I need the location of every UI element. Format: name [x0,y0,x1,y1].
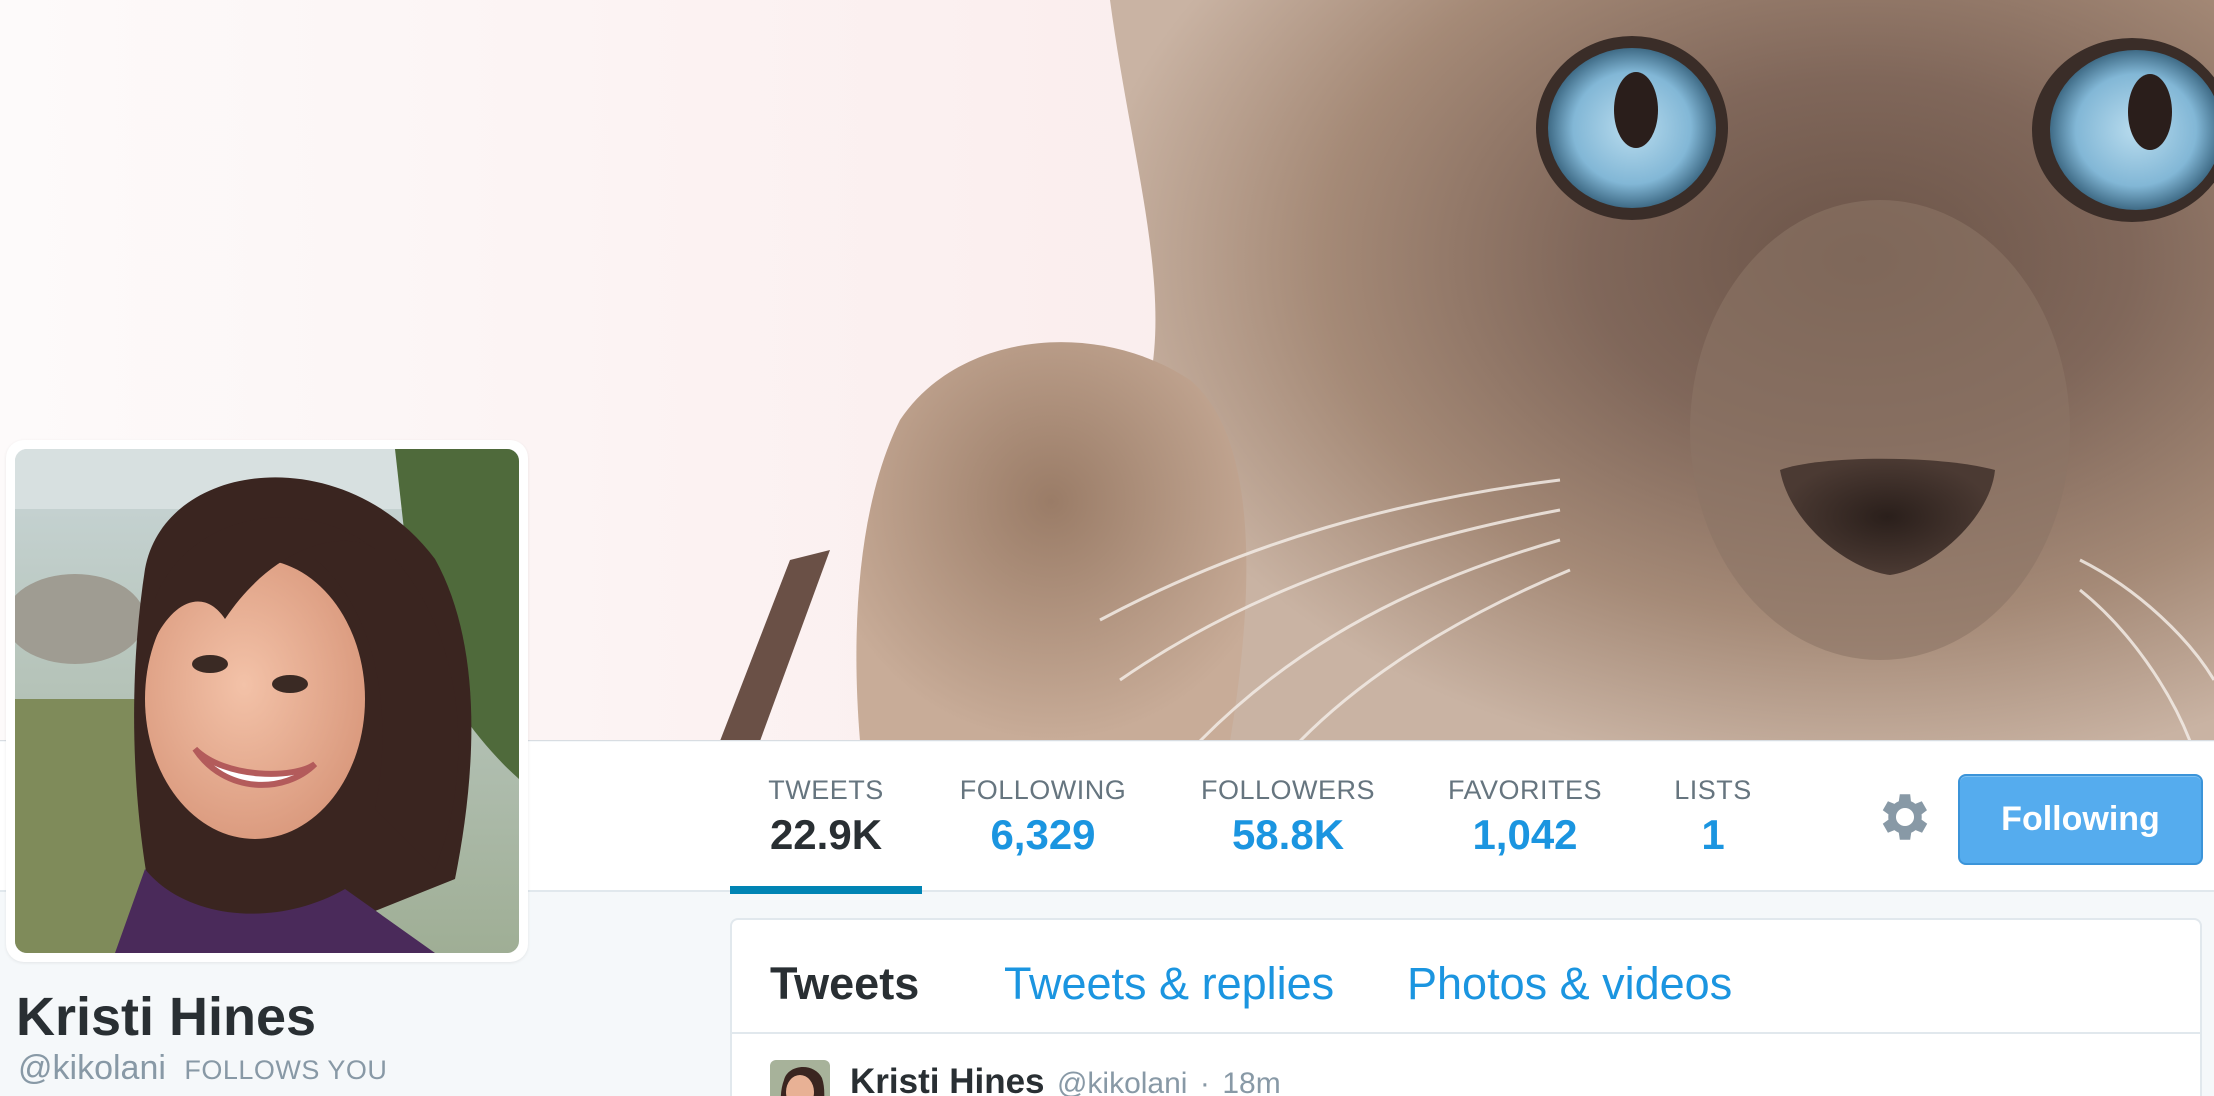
tweet-avatar[interactable] [770,1060,830,1096]
tab-tweets[interactable]: Tweets [770,958,919,1010]
avatar-photo [15,449,519,953]
stat-lists-label: LISTS [1674,775,1752,805]
timeline-card: Tweets Tweets & replies Photos & videos … [730,918,2202,1096]
tweet-author-handle[interactable]: @kikolani [1057,1067,1188,1096]
profile-handle[interactable]: @kikolani [18,1049,166,1087]
following-button[interactable]: Following [1958,774,2203,865]
stat-followers[interactable]: FOLLOWERS 58.8K [1190,742,1386,892]
stat-favorites-label: FAVORITES [1447,775,1603,805]
stat-tweets-value: 22.9K [769,811,883,858]
profile-meta: @kikolani FOLLOWS YOU [18,1049,387,1088]
profile-page: TWEETS 22.9K FOLLOWING 6,329 FOLLOWERS 5… [0,0,2214,1096]
gear-icon[interactable] [1874,786,1936,848]
tweet-header: Kristi Hines @kikolani · 18m [850,1062,1281,1096]
stat-tweets-label: TWEETS [768,775,884,805]
stat-favorites[interactable]: FAVORITES 1,042 [1436,742,1614,892]
stat-tweets[interactable]: TWEETS 22.9K [730,742,922,894]
timeline-tabs: Tweets Tweets & replies Photos & videos [732,920,2200,1034]
tweet-author-name[interactable]: Kristi Hines [850,1062,1045,1096]
stat-lists-value: 1 [1701,811,1725,858]
follows-you-badge: FOLLOWS YOU [184,1055,388,1085]
profile-avatar[interactable] [6,440,528,962]
tab-tweets-and-replies[interactable]: Tweets & replies [1004,958,1334,1010]
stat-following-value: 6,329 [990,811,1096,858]
tweet-timestamp[interactable]: 18m [1222,1067,1280,1096]
stat-favorites-value: 1,042 [1472,811,1578,858]
profile-name: Kristi Hines [16,987,317,1047]
tweet-separator: · [1199,1067,1210,1096]
stat-following-label: FOLLOWING [959,775,1127,805]
stat-followers-value: 58.8K [1231,811,1345,858]
stat-following[interactable]: FOLLOWING 6,329 [952,742,1134,892]
tweet-item[interactable]: Kristi Hines @kikolani · 18m [770,1060,2170,1096]
tab-photos-and-videos[interactable]: Photos & videos [1407,958,1732,1010]
stat-followers-label: FOLLOWERS [1200,775,1376,805]
stat-lists[interactable]: LISTS 1 [1658,742,1768,892]
